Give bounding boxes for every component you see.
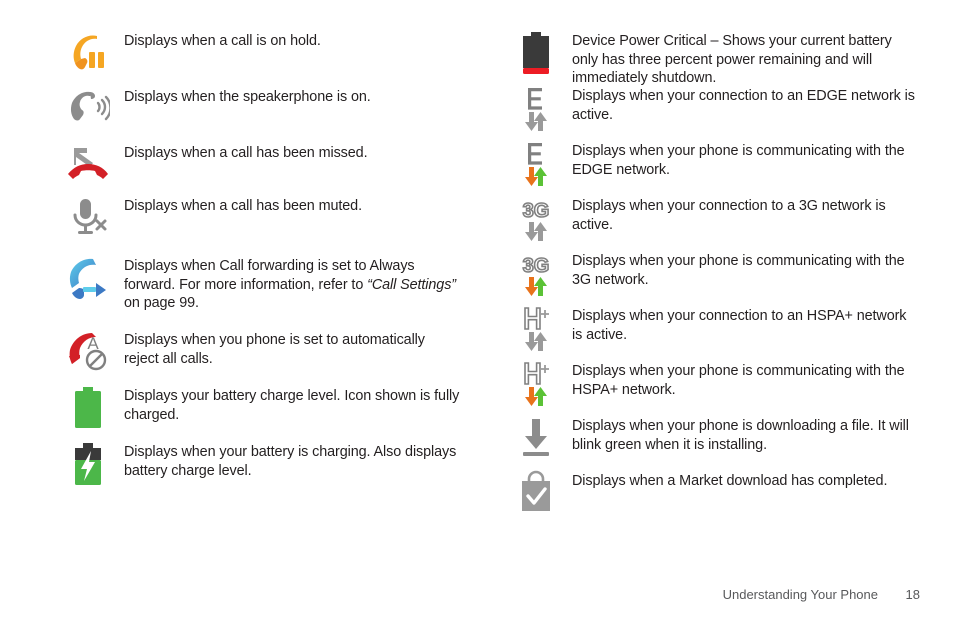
battery-charging-icon <box>75 443 101 485</box>
icon-cell <box>500 470 572 516</box>
icon-row: Displays when your connection to an EDGE… <box>500 85 920 140</box>
icon-row: 3G Displays when your connection to a 3G… <box>500 195 920 250</box>
icon-description: Displays when a call has been missed. <box>124 145 368 161</box>
icon-row: Displays when the speakerphone is on. <box>52 86 462 142</box>
manual-page: Displays when a call is on hold. Display… <box>0 0 954 636</box>
icon-row: Displays when a call has been missed. <box>52 142 462 195</box>
call-forwarding-icon <box>69 258 106 299</box>
footer-chapter-title: Understanding Your Phone <box>722 587 878 602</box>
icon-row: 3G Displays when your phone is communica… <box>500 250 920 305</box>
icon-cell <box>52 30 124 74</box>
page-footer: Understanding Your Phone 18 <box>0 587 920 602</box>
icon-description: Displays when the speakerphone is on. <box>124 89 371 105</box>
icon-description: Device Power Critical – Shows your curre… <box>572 33 892 87</box>
icon-description: Displays when your connection to an HSPA… <box>572 308 907 343</box>
icon-cell <box>52 195 124 241</box>
icon-description: Displays when a call is on hold. <box>124 33 321 49</box>
icon-row: Displays when your battery is charging. … <box>52 441 462 497</box>
icon-description: Displays when your phone is communicatin… <box>572 253 905 288</box>
forwarding-text-after: on page 99. <box>124 295 199 312</box>
3g-network-active-icon: 3G <box>522 199 550 241</box>
icon-row: Displays when a Market download has comp… <box>500 470 920 525</box>
download-in-progress-icon <box>523 419 549 456</box>
icon-row: Displays when Call forwarding is set to … <box>52 255 462 329</box>
forwarding-text-italic: “Call Settings” <box>367 276 456 293</box>
icon-cell <box>500 305 572 353</box>
icon-description: Displays your battery charge level. Icon… <box>124 388 460 423</box>
icon-cell <box>500 415 572 461</box>
icon-cell <box>52 86 124 130</box>
icon-cell: 3G <box>500 195 572 243</box>
speakerphone-on-icon <box>70 91 110 121</box>
icon-cell: A <box>52 329 124 377</box>
missed-call-icon <box>68 148 108 179</box>
icon-description: Displays when your phone is downloading … <box>572 418 909 453</box>
icon-description: Displays when you phone is set to automa… <box>124 332 425 367</box>
auto-reject-call-icon: A <box>69 333 107 371</box>
svg-text:3G: 3G <box>523 200 550 222</box>
icon-cell <box>52 441 124 489</box>
icon-cell <box>52 385 124 431</box>
edge-network-active-icon <box>525 88 547 131</box>
icon-description: Displays when a call has been muted. <box>124 198 362 214</box>
icon-cell <box>500 30 572 78</box>
icon-cell <box>500 360 572 408</box>
call-on-hold-icon <box>73 35 104 70</box>
icon-row: Displays when your phone is communicatin… <box>500 140 920 195</box>
icon-cell: 3G <box>500 250 572 298</box>
icon-cell <box>52 255 124 303</box>
icon-row: Displays when your phone is downloading … <box>500 415 920 470</box>
svg-text:3G: 3G <box>523 255 550 277</box>
icon-description: Displays when your connection to a 3G ne… <box>572 198 886 233</box>
left-icon-column: Displays when a call is on hold. Display… <box>52 30 462 497</box>
icon-row: Displays when a call has been muted. <box>52 195 462 255</box>
icon-description: Displays when your battery is charging. … <box>124 444 457 479</box>
icon-row: Displays your battery charge level. Icon… <box>52 385 462 441</box>
battery-full-icon <box>75 387 101 428</box>
battery-critical-icon <box>523 32 549 74</box>
icon-description: Displays when your phone is communicatin… <box>572 143 905 178</box>
icon-row: Device Power Critical – Shows your curre… <box>500 30 920 87</box>
edge-network-transfer-icon <box>525 143 547 186</box>
icon-cell <box>52 142 124 186</box>
market-download-complete-icon <box>522 470 550 511</box>
icon-cell <box>500 85 572 133</box>
icon-row: Displays when a call is on hold. <box>52 30 462 86</box>
footer-page-number: 18 <box>905 587 920 602</box>
hspa-network-transfer-icon <box>524 362 549 406</box>
icon-description: Displays when your connection to an EDGE… <box>572 88 915 123</box>
icon-description: Displays when a Market download has comp… <box>572 473 888 489</box>
icon-cell <box>500 140 572 188</box>
3g-network-transfer-icon: 3G <box>522 254 550 296</box>
icon-description: Displays when your phone is communicatin… <box>572 363 905 398</box>
icon-description: Displays when Call forwarding is set to … <box>124 255 462 313</box>
hspa-network-active-icon <box>524 307 549 351</box>
icon-row: Displays when your phone is communicatin… <box>500 360 920 415</box>
call-muted-icon <box>73 199 107 234</box>
icon-row: A Displays when you phone is set to auto… <box>52 329 462 385</box>
icon-row: Displays when your connection to an HSPA… <box>500 305 920 360</box>
right-icon-column: Device Power Critical – Shows your curre… <box>500 30 920 525</box>
